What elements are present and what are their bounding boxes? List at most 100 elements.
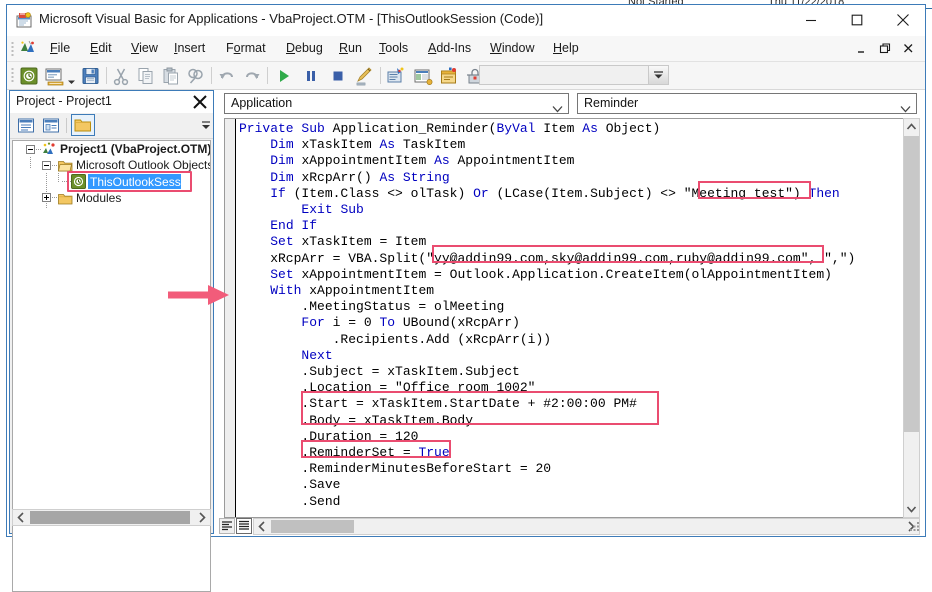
code-token: xRcpArr = VBA.Split(: [239, 250, 427, 266]
code-line: .ReminderMinutesBeforeStart = 20: [239, 461, 855, 477]
code-keyword: String: [402, 169, 450, 185]
menu-item-file[interactable]: File: [45, 40, 75, 56]
toolbar-search-combobox[interactable]: [479, 65, 669, 85]
code-token: UBound(xRcpArr): [402, 315, 520, 331]
code-margin-indicator-bar[interactable]: [225, 119, 236, 517]
tree-expander-project1[interactable]: [26, 145, 35, 154]
full-module-view-button[interactable]: [236, 518, 252, 534]
view-object-icon[interactable]: [41, 116, 62, 135]
insert-userform-dropdown-icon[interactable]: [67, 72, 76, 90]
window-minimize-button[interactable]: [788, 5, 833, 34]
cut-icon[interactable]: [111, 66, 131, 86]
toggle-folders-icon[interactable]: [71, 114, 95, 136]
copy-icon[interactable]: [136, 66, 156, 86]
menu-drag-grip[interactable]: [11, 41, 14, 56]
menu-item-window[interactable]: Window: [485, 40, 539, 56]
code-vertical-scrollbar[interactable]: [903, 118, 920, 518]
menu-item-format[interactable]: Format: [221, 40, 271, 56]
chevron-left-icon[interactable]: [254, 519, 270, 534]
procedure-dropdown[interactable]: Reminder: [577, 93, 917, 114]
standard-toolbar: [7, 62, 925, 90]
reset-icon[interactable]: [328, 66, 348, 86]
view-code-icon[interactable]: [16, 116, 37, 135]
project-explorer-titlebar: Project - Project1: [10, 91, 213, 113]
menu-item-tools[interactable]: Tools: [374, 40, 413, 56]
code-keyword: As: [379, 137, 403, 153]
tree-expander-modules[interactable]: [42, 193, 51, 202]
chevron-down-icon[interactable]: [552, 100, 563, 118]
menu-item-help[interactable]: Help: [548, 40, 584, 56]
code-line: .Save: [239, 477, 855, 493]
code-token: xAppointmentItem: [301, 153, 435, 169]
scroll-up-icon[interactable]: [904, 119, 919, 135]
code-keyword: Dim: [270, 137, 302, 153]
code-keyword: Exit: [301, 202, 341, 218]
code-keyword: End If: [270, 218, 318, 234]
project-explorer-horizontal-scrollbar[interactable]: [12, 509, 211, 526]
find-icon[interactable]: [186, 66, 206, 86]
save-icon[interactable]: [81, 66, 101, 86]
chevron-down-icon[interactable]: [900, 100, 911, 118]
toolbar-drag-grip[interactable]: [11, 67, 14, 84]
properties-window-icon[interactable]: [413, 66, 433, 86]
tree-node-outlook-objects[interactable]: Microsoft Outlook Objects: [76, 158, 210, 172]
scrollbar-thumb[interactable]: [30, 511, 190, 524]
insert-userform-icon[interactable]: [45, 66, 65, 86]
tree-connector: [30, 157, 31, 169]
code-line: Private Sub Application_Reminder(ByVal I…: [239, 121, 855, 137]
chevron-down-icon[interactable]: [648, 66, 668, 84]
tree-connector: [50, 197, 58, 198]
menu-item-debug[interactable]: Debug: [281, 40, 328, 56]
document-restore-button[interactable]: [879, 42, 892, 55]
code-text[interactable]: Private Sub Application_Reminder(ByVal I…: [239, 121, 855, 510]
code-token: Object): [605, 121, 661, 136]
toolbar-separator: [211, 67, 212, 84]
run-icon[interactable]: [274, 66, 294, 86]
redo-icon[interactable]: [242, 66, 262, 86]
paste-icon[interactable]: [161, 66, 181, 86]
break-icon[interactable]: [301, 66, 321, 86]
code-line: .Location = "Office room 1002": [239, 380, 855, 396]
tree-expander-outlook-objects[interactable]: [42, 161, 51, 170]
code-horizontal-scrollbar[interactable]: [253, 518, 920, 535]
chevron-right-icon[interactable]: [194, 510, 210, 525]
scrollbar-thumb[interactable]: [904, 136, 919, 432]
menu-item-edit[interactable]: Edit: [85, 40, 117, 56]
code-dropdown-row: Application Reminder: [217, 90, 924, 118]
search-input[interactable]: [480, 66, 648, 84]
view-outlook-icon[interactable]: [19, 66, 39, 86]
project-explorer-icon[interactable]: [386, 66, 406, 86]
window-maximize-button[interactable]: [834, 5, 879, 34]
code-token: .Save: [239, 477, 341, 493]
procedure-view-button[interactable]: [219, 518, 235, 534]
scrollbar-thumb[interactable]: [271, 520, 354, 533]
menu-item-addins[interactable]: Add-Ins: [423, 40, 476, 56]
object-browser-icon[interactable]: [439, 66, 459, 86]
project-toolbar-overflow-icon[interactable]: [200, 117, 212, 134]
code-token: TaskItem: [402, 137, 466, 153]
code-pointer-arrow: [168, 283, 230, 307]
object-dropdown[interactable]: Application: [224, 93, 569, 114]
window-resize-grip[interactable]: [908, 520, 922, 534]
design-mode-icon[interactable]: [355, 66, 375, 86]
tree-connector: [34, 149, 42, 150]
menu-item-view[interactable]: View: [126, 40, 163, 56]
scroll-down-icon[interactable]: [904, 501, 919, 517]
undo-icon[interactable]: [217, 66, 237, 86]
tree-node-project1[interactable]: Project1 (VbaProject.OTM): [60, 142, 210, 156]
document-minimize-button[interactable]: [856, 42, 869, 55]
close-icon[interactable]: [189, 92, 211, 112]
menu-item-run[interactable]: Run: [334, 40, 367, 56]
menu-item-insert[interactable]: Insert: [169, 40, 210, 56]
chevron-left-icon[interactable]: [13, 510, 29, 525]
tree-node-modules[interactable]: Modules: [76, 191, 121, 205]
code-token: i = 0: [332, 315, 380, 331]
visual-basic-icon: [19, 40, 37, 57]
document-close-button[interactable]: [902, 42, 915, 55]
code-line: .Subject = xTaskItem.Subject: [239, 364, 855, 380]
code-editor[interactable]: Private Sub Application_Reminder(ByVal I…: [224, 118, 917, 518]
window-close-button[interactable]: [880, 5, 925, 34]
